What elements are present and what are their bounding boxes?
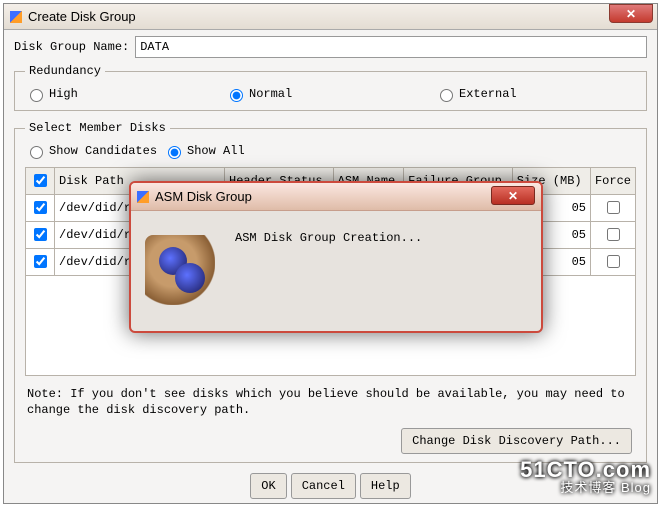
force-checkbox[interactable] [607, 228, 620, 241]
redundancy-normal-label: Normal [249, 87, 292, 101]
watermark: 51CTO.com 技术博客 Blog [520, 461, 651, 497]
row-checkbox[interactable] [34, 201, 47, 214]
disk-group-name-input[interactable] [135, 36, 647, 58]
members-legend: Select Member Disks [25, 121, 170, 135]
dialog-title: ASM Disk Group [155, 189, 252, 204]
window-titlebar[interactable]: Create Disk Group [4, 4, 657, 30]
col-select-all[interactable] [26, 168, 55, 195]
change-discovery-path-button[interactable]: Change Disk Discovery Path... [401, 428, 632, 454]
cancel-button[interactable]: Cancel [291, 473, 356, 499]
ok-button[interactable]: OK [250, 473, 286, 499]
disk-group-name-label: Disk Group Name: [14, 40, 129, 54]
dialog-titlebar[interactable]: ASM Disk Group [131, 183, 541, 211]
redundancy-legend: Redundancy [25, 64, 105, 78]
redundancy-external-option[interactable]: External [435, 86, 517, 102]
dialog-message: ASM Disk Group Creation... [235, 225, 422, 245]
window-title: Create Disk Group [28, 9, 136, 24]
redundancy-group: Redundancy High Normal External [14, 64, 647, 111]
force-checkbox[interactable] [607, 255, 620, 268]
dialog-app-icon [137, 191, 149, 203]
redundancy-normal-radio[interactable] [230, 89, 243, 102]
show-candidates-radio[interactable] [30, 146, 43, 159]
watermark-line1: 51CTO.com [520, 461, 651, 479]
show-candidates-option[interactable]: Show Candidates [25, 143, 157, 159]
progress-gear-icon [145, 235, 215, 305]
discovery-note: Note: If you don't see disks which you b… [27, 386, 634, 418]
row-checkbox[interactable] [34, 255, 47, 268]
window-close-button[interactable]: ✕ [609, 4, 653, 23]
create-disk-group-window: Create Disk Group ✕ Disk Group Name: Red… [3, 3, 658, 504]
show-all-option[interactable]: Show All [163, 143, 245, 159]
redundancy-external-radio[interactable] [440, 89, 453, 102]
select-all-checkbox[interactable] [34, 174, 47, 187]
show-all-radio[interactable] [168, 146, 181, 159]
help-button[interactable]: Help [360, 473, 411, 499]
redundancy-high-option[interactable]: High [25, 86, 225, 102]
col-force[interactable]: Force [590, 168, 635, 195]
force-checkbox[interactable] [607, 201, 620, 214]
dialog-close-button[interactable]: ✕ [491, 186, 535, 205]
close-icon: ✕ [626, 7, 636, 21]
app-icon [10, 11, 22, 23]
close-icon: ✕ [508, 189, 518, 203]
row-checkbox[interactable] [34, 228, 47, 241]
redundancy-external-label: External [459, 87, 517, 101]
redundancy-high-label: High [49, 87, 78, 101]
show-all-label: Show All [187, 144, 245, 158]
show-candidates-label: Show Candidates [49, 144, 157, 158]
redundancy-normal-option[interactable]: Normal [225, 86, 435, 102]
redundancy-high-radio[interactable] [30, 89, 43, 102]
asm-disk-group-dialog: ASM Disk Group ✕ ASM Disk Group Creation… [129, 181, 543, 333]
